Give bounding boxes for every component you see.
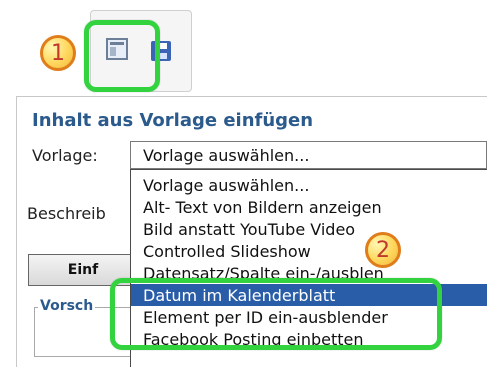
callout-number-1: 1	[40, 35, 76, 71]
vorlage-selected-value: Vorlage auswählen...	[143, 145, 310, 165]
highlight-template-button	[84, 20, 160, 92]
beschreibung-label: Beschreib	[27, 204, 106, 223]
panel-title: Inhalt aus Vorlage einfügen	[32, 110, 314, 131]
callout-number-2: 2	[365, 232, 401, 268]
dropdown-option[interactable]: Alt- Text von Bildern anzeigen	[131, 196, 487, 218]
dropdown-option[interactable]: Controlled Slideshow	[131, 240, 487, 262]
highlight-selected-option	[110, 278, 442, 350]
preview-label: Vorsch	[38, 298, 96, 314]
vorlage-label: Vorlage:	[32, 146, 98, 165]
vorlage-select[interactable]: Vorlage auswählen...	[130, 141, 487, 169]
dropdown-option[interactable]: Bild anstatt YouTube Video	[131, 218, 487, 240]
insert-button-label: Einf	[67, 262, 99, 278]
dropdown-option[interactable]: Vorlage auswählen...	[131, 174, 487, 196]
